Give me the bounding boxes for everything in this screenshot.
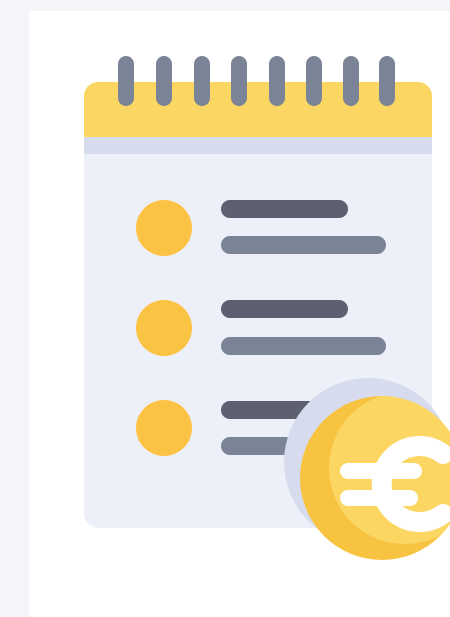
- spiral-ring: [231, 56, 247, 106]
- text-line-long: [221, 236, 386, 254]
- euro-coin: [284, 378, 450, 560]
- notepad-header-lower: [84, 111, 432, 137]
- spiral-ring: [269, 56, 285, 106]
- notepad-band: [84, 137, 432, 154]
- bullet-dot: [136, 400, 192, 456]
- spiral-ring: [306, 56, 322, 106]
- spiral-ring: [379, 56, 395, 106]
- spiral-ring: [156, 56, 172, 106]
- spiral-ring: [343, 56, 359, 106]
- receipt-euro-icon: [84, 56, 450, 560]
- text-line-short: [221, 300, 348, 318]
- icon-canvas: [0, 0, 450, 617]
- text-line-long: [221, 337, 386, 355]
- bullet-dot: [136, 300, 192, 356]
- text-line-short: [221, 200, 348, 218]
- bullet-dot: [136, 200, 192, 256]
- spiral-ring: [194, 56, 210, 106]
- spiral-ring: [118, 56, 134, 106]
